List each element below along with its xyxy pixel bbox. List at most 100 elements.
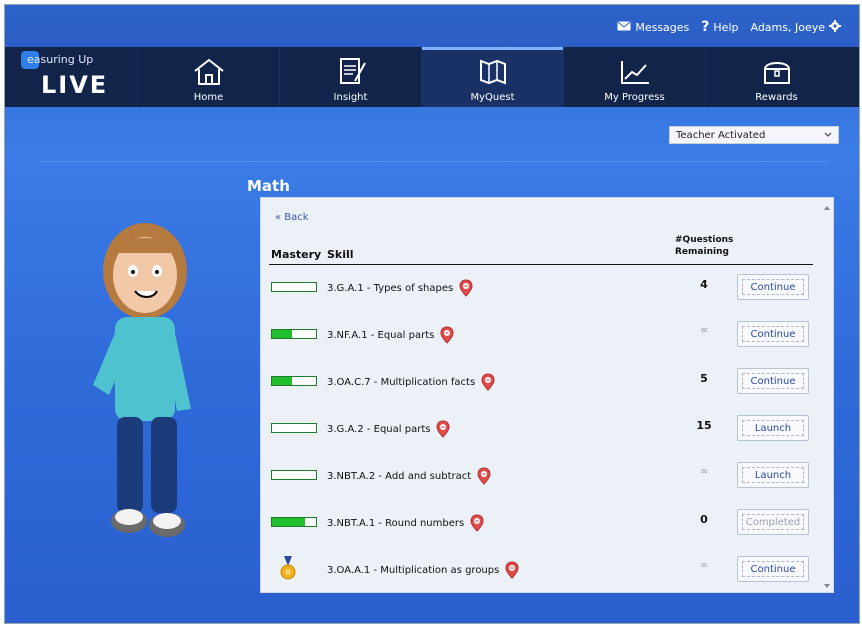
chevron-down-icon xyxy=(824,130,832,141)
brand-logo[interactable]: easuring Up LIVE xyxy=(5,47,137,107)
divider xyxy=(39,161,829,162)
header-remaining-line2: Remaining xyxy=(675,247,729,257)
continue-button[interactable]: Continue xyxy=(737,368,809,394)
skill-name: 3.G.A.1 - Types of shapes xyxy=(327,279,473,297)
app-frame: Messages ? Help Adams, Joeye easuring Up… xyxy=(4,4,860,624)
skill-label: 3.NBT.A.1 - Round numbers xyxy=(327,518,465,529)
mastery-bar xyxy=(271,282,317,292)
map-pin-icon[interactable] xyxy=(470,514,484,532)
treasure-chest-icon xyxy=(763,62,790,84)
messages-link[interactable]: Messages xyxy=(617,21,689,34)
header-remaining: #Questions Remaining xyxy=(675,234,745,258)
home-icon xyxy=(193,58,224,85)
medal-icon xyxy=(280,556,296,580)
skill-name: 3.NBT.A.2 - Add and subtract xyxy=(327,467,491,485)
nav-home-label: Home xyxy=(193,92,224,103)
help-label: Help xyxy=(713,20,739,34)
skill-label: 3.OA.C.7 - Multiplication facts xyxy=(327,377,476,388)
nav-home[interactable]: Home xyxy=(137,47,279,107)
map-pin-icon[interactable] xyxy=(440,326,454,344)
mastery-fill xyxy=(272,377,292,385)
mastery-bar xyxy=(271,423,317,433)
continue-button[interactable]: Continue xyxy=(737,556,809,582)
nav-insight-label: Insight xyxy=(333,92,368,103)
mastery-bar xyxy=(271,376,317,386)
nav-rewards[interactable]: Rewards xyxy=(705,47,847,107)
questions-remaining: 0 xyxy=(700,513,708,526)
mastery-bar xyxy=(271,517,317,527)
continue-button[interactable]: Continue xyxy=(737,274,809,300)
header-skill: Skill xyxy=(327,248,354,261)
map-pin-icon[interactable] xyxy=(481,373,495,391)
page-title: Math xyxy=(247,177,290,195)
avatar-character xyxy=(75,213,215,553)
nav-my-progress[interactable]: My Progress xyxy=(563,47,705,107)
questions-remaining: 4 xyxy=(700,278,708,291)
gear-icon[interactable] xyxy=(829,19,841,35)
filter-value: Teacher Activated xyxy=(676,129,766,141)
questions-remaining: 5 xyxy=(700,372,708,385)
nav-insight[interactable]: Insight xyxy=(279,47,421,107)
notepad-icon xyxy=(339,58,366,84)
skill-label: 3.OA.A.1 - Multiplication as groups xyxy=(327,565,500,576)
skill-label: 3.G.A.1 - Types of shapes xyxy=(327,283,454,294)
envelope-icon xyxy=(617,21,631,34)
map-pin-icon[interactable] xyxy=(505,561,519,579)
questions-remaining: ∞ xyxy=(699,560,709,571)
skill-row: 3.OA.A.1 - Multiplication as groups ∞ Cont… xyxy=(261,554,821,590)
continue-button[interactable]: Continue xyxy=(737,321,809,347)
mastery-bar xyxy=(271,470,317,480)
mastery-fill xyxy=(272,518,305,526)
header-remaining-line1: #Questions xyxy=(675,235,734,245)
skill-row: 3.NBT.A.1 - Round numbers 0 Completed xyxy=(261,507,821,543)
launch-button[interactable]: Launch xyxy=(737,462,809,488)
skill-name: 3.G.A.2 - Equal parts xyxy=(327,420,450,438)
vertical-scrollbar[interactable] xyxy=(823,204,831,590)
skill-name: 3.OA.A.1 - Multiplication as groups xyxy=(327,561,519,579)
skill-label: 3.NF.A.1 - Equal parts xyxy=(327,330,435,341)
activation-filter-select[interactable]: Teacher Activated xyxy=(669,126,839,144)
nav-myquest-label: MyQuest xyxy=(470,92,515,103)
nav-progress-label: My Progress xyxy=(604,92,665,103)
user-name: Adams, Joeye xyxy=(750,20,825,34)
brand-line2: LIVE xyxy=(41,71,109,99)
completed-button: Completed xyxy=(737,509,809,535)
questions-remaining: ∞ xyxy=(699,466,709,477)
back-link[interactable]: « Back xyxy=(275,212,309,223)
header-divider xyxy=(269,264,813,265)
help-link[interactable]: ? Help xyxy=(701,19,738,35)
skill-row: 3.G.A.2 - Equal parts 15 Launch xyxy=(261,413,821,449)
skill-row: 3.NBT.A.2 - Add and subtract ∞ Launch xyxy=(261,460,821,496)
skill-row: 3.OA.C.7 - Multiplication facts 5 Continue xyxy=(261,366,821,402)
mastery-bar xyxy=(271,329,317,339)
brand-line1: easuring Up xyxy=(27,53,94,66)
map-pin-icon[interactable] xyxy=(459,279,473,297)
skill-name: 3.OA.C.7 - Multiplication facts xyxy=(327,373,495,391)
launch-button[interactable]: Launch xyxy=(737,415,809,441)
map-pin-icon[interactable] xyxy=(477,467,491,485)
skills-panel: « Back Mastery Skill #Questions Remainin… xyxy=(260,197,834,593)
main-nav: easuring Up LIVE Home Insight MyQuest My… xyxy=(5,47,859,107)
skill-row: 3.NF.A.1 - Equal parts ∞ Continue xyxy=(261,319,821,355)
messages-label: Messages xyxy=(635,20,690,34)
header-mastery: Mastery xyxy=(271,248,322,261)
questions-remaining: ∞ xyxy=(699,325,709,336)
skill-name: 3.NBT.A.1 - Round numbers xyxy=(327,514,484,532)
nav-myquest[interactable]: MyQuest xyxy=(421,47,563,107)
map-icon xyxy=(479,59,506,85)
user-menu[interactable]: Adams, Joeye xyxy=(750,19,841,35)
scroll-down-icon[interactable] xyxy=(823,582,831,590)
map-pin-icon[interactable] xyxy=(436,420,450,438)
topbar: Messages ? Help Adams, Joeye xyxy=(5,5,859,47)
question-icon: ? xyxy=(701,19,710,35)
skill-label: 3.G.A.2 - Equal parts xyxy=(327,424,431,435)
skill-row: 3.G.A.1 - Types of shapes 4 Continue xyxy=(261,272,821,308)
questions-remaining: 15 xyxy=(696,419,712,432)
nav-rewards-label: Rewards xyxy=(755,92,798,103)
mastery-fill xyxy=(272,330,292,338)
chart-icon xyxy=(620,61,649,84)
top-links: Messages ? Help Adams, Joeye xyxy=(617,19,841,35)
skill-name: 3.NF.A.1 - Equal parts xyxy=(327,326,454,344)
skill-label: 3.NBT.A.2 - Add and subtract xyxy=(327,471,472,482)
scroll-up-icon[interactable] xyxy=(823,204,831,212)
